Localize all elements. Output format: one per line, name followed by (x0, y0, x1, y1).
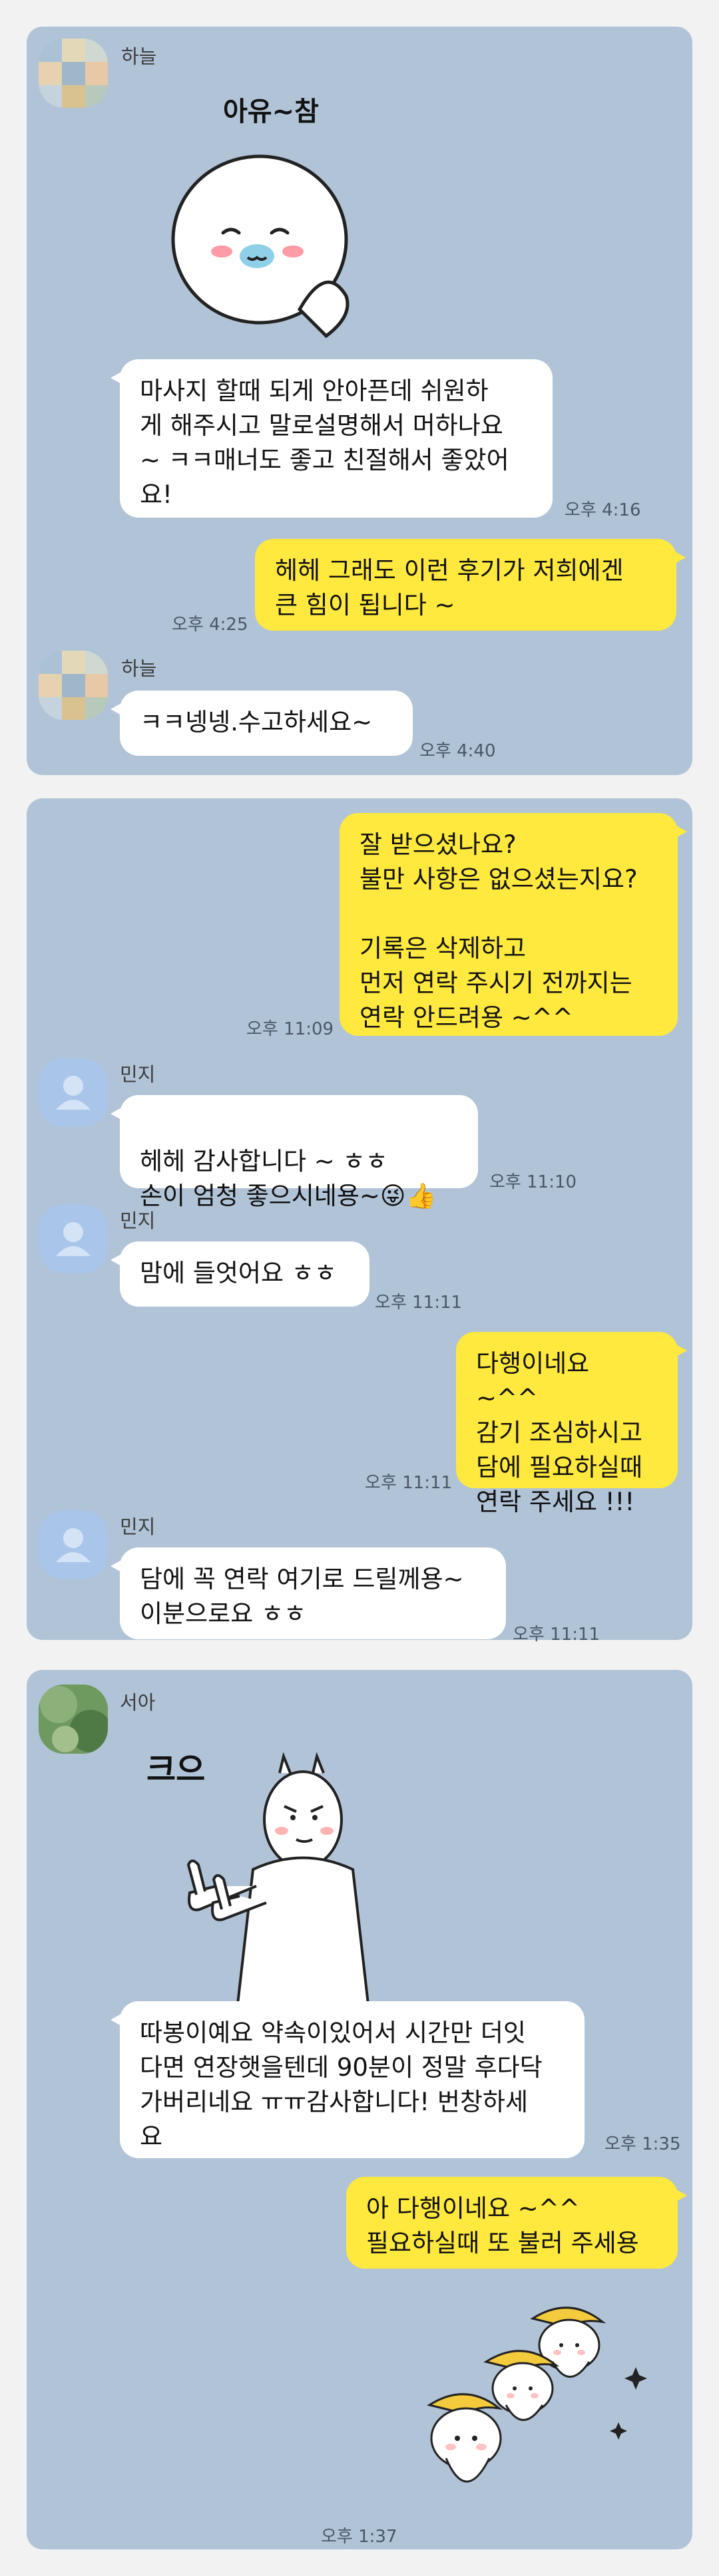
avatar-default[interactable] (39, 1058, 108, 1127)
sticker-cats-marching[interactable] (403, 2295, 669, 2521)
message-bubble[interactable]: 헤헤 감사합니다 ~ ㅎㅎ 손이 엄청 좋으시네용~😜👍 (111, 1095, 478, 1210)
avatar-haneul[interactable] (39, 651, 108, 720)
message-time: 오후 11:10 (489, 1172, 577, 1192)
message-bubble[interactable]: 담에 꼭 연락 여기로 드릴께용~ 이분으로요 ㅎㅎ (111, 1547, 506, 1639)
message-bubble[interactable]: 맘에 들엇어요 ㅎㅎ (111, 1241, 369, 1307)
avatar-default[interactable] (39, 1204, 108, 1273)
message-time: 오후 1:37 (321, 2527, 397, 2547)
avatar-seoa[interactable] (39, 1685, 108, 1754)
message-text: 헤헤 감사합니다 ~ ㅎㅎ 손이 엄청 좋으시네용~ (140, 1147, 388, 1210)
message-time: 오후 4:25 (172, 615, 248, 635)
reply-bubble[interactable]: 다행이네요 ~^^ 감기 조심하시고 담에 필요하실때 연락 주세요 !!! (456, 1332, 687, 1516)
message-bubble[interactable]: ㅋㅋ넹넹.수고하세요~ (111, 691, 413, 756)
reply-bubble[interactable]: 아 다행이네요 ~^^ 필요하실때 또 불러 주세용 (346, 2177, 687, 2269)
sticker-ayu[interactable]: 아유~참 (160, 90, 379, 356)
message-time: 오후 11:11 (375, 1293, 463, 1313)
message-time: 오후 11:09 (246, 1019, 334, 1039)
message-bubble[interactable]: 마사지 할때 되게 안아픈데 쉬원하 게 해주시고 말로설명해서 머하나요 ~ … (111, 359, 553, 518)
avatar-default[interactable] (39, 1510, 108, 1579)
reply-bubble[interactable]: 헤헤 그래도 이런 후기가 저희에겐 큰 힘이 됩니다 ~ (255, 539, 686, 631)
message-time: 오후 1:35 (604, 2134, 681, 2154)
message-time: 오후 11:11 (513, 1625, 600, 1645)
reply-bubble[interactable]: 잘 받으셨나요? 불만 사항은 없으셨는지요? 기록은 삭제하고 먼저 연락 주… (340, 813, 687, 1036)
message-time: 오후 4:40 (419, 741, 496, 761)
message-time: 오후 11:11 (365, 1473, 453, 1493)
sticker-thumbs-up-cat[interactable]: 크으 (130, 1743, 423, 2029)
message-time: 오후 4:16 (565, 500, 641, 520)
message-bubble[interactable]: 따봉이예요 약속이있어서 시간만 더잇 다면 연장햇을텐데 90분이 정말 후다… (111, 2001, 585, 2158)
chat-panel-2: 잘 받으셨나요? 불만 사항은 없으셨는지요? 기록은 삭제하고 먼저 연락 주… (27, 798, 692, 1645)
chat-panel-1: 하늘 아유~참 마사지 할때 되게 안아픈데 쉬원하 게 해주시고 말로설명해서… (27, 27, 692, 775)
emoji-wink-thumbsup: 😜👍 (379, 1182, 437, 1210)
sender-name: 서아 (120, 1691, 156, 1714)
sender-name: 민지 (120, 1516, 156, 1538)
sender-name: 민지 (120, 1063, 156, 1086)
chat-panel-3: 서아 크으 따봉이예요 약속이있어서 시간만 더잇 다면 연장햇을텐데 90분이… (27, 1670, 692, 2549)
sender-name: 하늘 (121, 45, 157, 68)
sender-name: 하늘 (121, 657, 157, 680)
avatar-haneul[interactable] (39, 39, 108, 108)
sender-name: 민지 (120, 1209, 156, 1232)
